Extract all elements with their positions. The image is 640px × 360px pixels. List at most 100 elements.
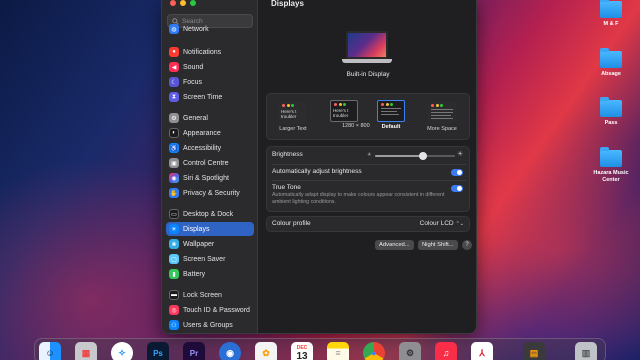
desktop-folder-absage[interactable]: Absage	[588, 48, 634, 78]
resolution-option-larger-text[interactable]: Here's t troubler Larger Text	[271, 102, 315, 136]
built-in-display-image[interactable]	[342, 31, 392, 65]
sidebar-item-control-centre[interactable]: ▣ Control Centre	[166, 156, 254, 170]
sidebar-item-label: Control Centre	[183, 159, 229, 167]
true-tone-toggle[interactable]	[451, 185, 463, 192]
sidebar-item-label: Siri & Spotlight	[183, 174, 229, 182]
sidebar-item-screen-saver[interactable]: ▢ Screen Saver	[166, 252, 254, 266]
brightness-slider[interactable]	[375, 152, 455, 160]
folder-icon	[600, 97, 622, 117]
displays-pane: Displays Built-in Display Here's t troub…	[258, 0, 476, 333]
premiere-icon[interactable]: Pr	[183, 342, 205, 360]
sidebar-item-users-groups[interactable]: ⚇ Users & Groups	[166, 318, 254, 332]
divider	[272, 180, 466, 181]
sidebar-item-screen-time[interactable]: ⧗ Screen Time	[166, 90, 254, 104]
page-title: Displays	[271, 0, 304, 8]
resolution-thumbnail: Here's t troubler	[279, 102, 307, 124]
calendar-icon[interactable]: DEC 13	[291, 342, 313, 360]
globe-icon: ◍	[169, 24, 179, 34]
chrome-icon[interactable]: ●	[363, 342, 385, 360]
sidebar-item-notifications[interactable]: ● Notifications	[166, 45, 254, 59]
folder-icon	[600, 147, 622, 167]
sidebar-item-general[interactable]: ⚙ General	[166, 111, 254, 125]
trash-icon[interactable]: ▥	[575, 342, 597, 360]
thumbnail-lines	[381, 108, 401, 117]
true-tone-label: True Tone	[272, 184, 301, 191]
folder-label: Pass	[604, 120, 618, 126]
screen-saver-icon: ▢	[169, 254, 179, 264]
sidebar-item-touch-id-password[interactable]: ◎ Touch ID & Password	[166, 303, 254, 317]
camera-app-icon[interactable]: ◉	[219, 342, 241, 360]
sidebar-item-displays[interactable]: ☀ Displays	[166, 222, 254, 236]
hourglass-icon: ⧗	[169, 92, 179, 102]
photoshop-icon[interactable]: Ps	[147, 342, 169, 360]
zoom-button[interactable]	[190, 0, 196, 6]
dock-icon: ▭	[169, 209, 179, 219]
night-shift-button[interactable]: Night Shift...	[418, 240, 458, 250]
sidebar-item-wallpaper[interactable]: ❀ Wallpaper	[166, 237, 254, 251]
notes-icon[interactable]: ≡	[327, 342, 349, 360]
colour-profile-panel: Colour profile Colour LCD ⌃⌄	[266, 216, 470, 232]
advanced-button[interactable]: Advanced...	[375, 240, 414, 250]
desktop-folder-hazara-music-center[interactable]: Hazara Music Center	[588, 147, 634, 183]
resolution-option-default[interactable]: Default	[369, 100, 413, 134]
accessibility-icon: ♿	[169, 143, 179, 153]
music-icon[interactable]: ♫	[435, 342, 457, 360]
folder-label: M & F	[603, 21, 619, 27]
sidebar-item-sound[interactable]: ◀ Sound	[166, 60, 254, 74]
folder-label: Hazara Music Center	[593, 170, 629, 183]
sun-small-icon: ☀	[367, 152, 372, 158]
folder-label: Absage	[601, 71, 621, 77]
sidebar-item-label: Privacy & Security	[183, 189, 240, 197]
finder-icon[interactable]: ☺	[39, 342, 61, 360]
brightness-label: Brightness	[272, 151, 303, 158]
sidebar-item-battery[interactable]: ▮ Battery	[166, 267, 254, 281]
close-button[interactable]	[170, 0, 176, 6]
sidebar-item-label: Touch ID & Password	[183, 306, 250, 314]
control-centre-icon: ▣	[169, 158, 179, 168]
minimize-button[interactable]	[180, 0, 186, 6]
fingerprint-icon: ◎	[169, 305, 179, 315]
sidebar-item-privacy-security[interactable]: ✋ Privacy & Security	[166, 186, 254, 200]
sun-icon: ☀	[169, 224, 179, 234]
resolution-label: More Space	[427, 126, 457, 132]
sidebar-item-siri-spotlight[interactable]: ◉ Siri & Spotlight	[166, 171, 254, 185]
resolution-option-more-space[interactable]: More Space	[420, 102, 464, 136]
sidebar-item-focus[interactable]: ☾ Focus	[166, 75, 254, 89]
system-settings-window: ◍ Network ● Notifications ◀ Sound ☾ Focu…	[161, 0, 477, 334]
safari-icon[interactable]: ✧	[111, 342, 133, 360]
folder-icon	[600, 0, 622, 18]
thumbnail-text: Here's t troubler	[333, 108, 349, 118]
sidebar-item-label: Screen Saver	[183, 255, 226, 263]
sidebar-item-accessibility[interactable]: ♿ Accessibility	[166, 141, 254, 155]
sidebar-item-appearance[interactable]: ◐ Appearance	[166, 126, 254, 140]
laptop-base	[342, 59, 392, 63]
help-button[interactable]: ?	[462, 240, 472, 250]
divider	[272, 164, 466, 165]
window-dots-icon	[381, 103, 393, 106]
brightness-slider-fill	[375, 155, 423, 157]
desktop-folder-m-f[interactable]: M & F	[588, 0, 634, 28]
photos-icon[interactable]: ✿	[255, 342, 277, 360]
sidebar-item-lock-screen[interactable]: ▬ Lock Screen	[166, 288, 254, 302]
display-name: Built-in Display	[346, 71, 390, 78]
calculator-icon[interactable]: ▤	[523, 342, 545, 360]
speaker-icon: ◀	[169, 62, 179, 72]
window-dots-icon	[431, 104, 443, 107]
auto-brightness-toggle[interactable]	[451, 169, 463, 176]
brightness-slider-knob[interactable]	[419, 152, 427, 160]
thumbnail-text: Here's t troubler	[281, 109, 297, 119]
dock: ☺ ▦ ✧ Ps Pr ◉ ✿ DEC 13 ≡ ● ⚙ ♫ ⅄ ▤ ▥	[34, 338, 606, 360]
sidebar-item-label: Network	[183, 25, 209, 33]
sidebar-item-desktop-dock[interactable]: ▭ Desktop & Dock	[166, 207, 254, 221]
desktop-folder-pass[interactable]: Pass	[588, 97, 634, 127]
resolution-thumbnail	[428, 102, 456, 124]
system-settings-icon[interactable]: ⚙	[399, 342, 421, 360]
chevron-updown-icon: ⌃⌄	[455, 220, 464, 227]
appearance-icon: ◐	[169, 128, 179, 138]
sidebar-item-label: Notifications	[183, 48, 222, 56]
sidebar-item-network[interactable]: ◍ Network	[166, 24, 254, 34]
acrobat-icon[interactable]: ⅄	[471, 342, 493, 360]
resolution-thumbnail: Here's t troubler	[330, 100, 358, 122]
launchpad-icon[interactable]: ▦	[75, 342, 97, 360]
colour-profile-select[interactable]: Colour LCD ⌃⌄	[420, 220, 464, 227]
